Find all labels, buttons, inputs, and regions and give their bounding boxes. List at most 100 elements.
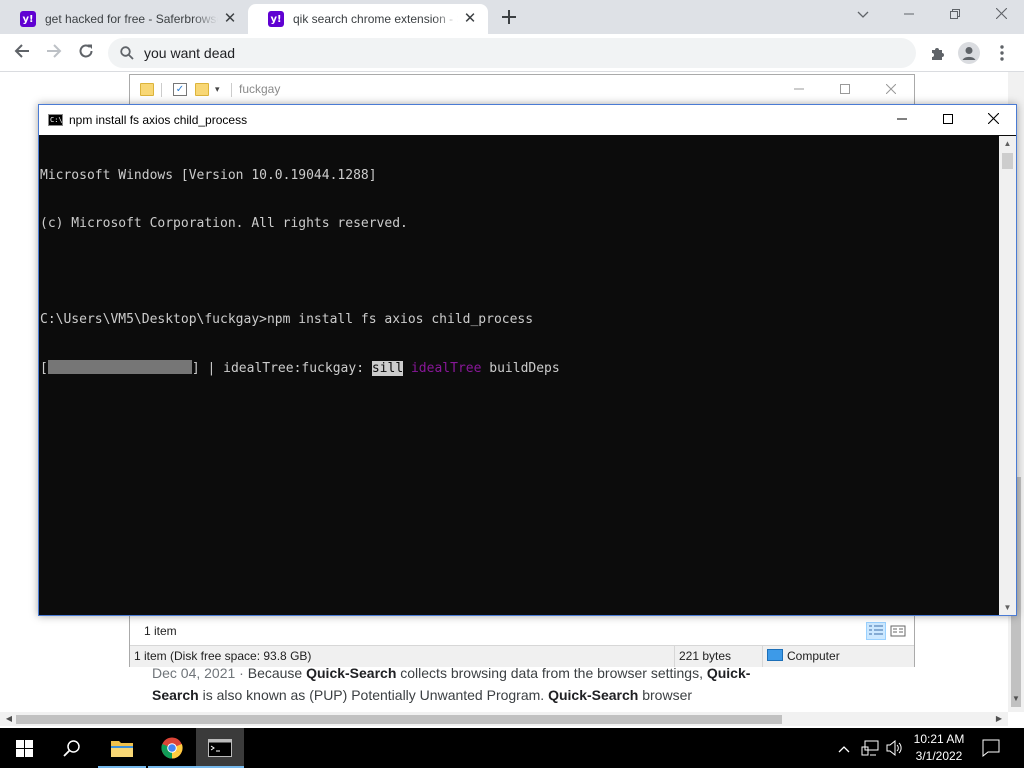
close-tab-icon[interactable]: ✕: [222, 11, 238, 27]
action-center-button[interactable]: [982, 739, 1000, 760]
taskbar-command-prompt[interactable]: [196, 728, 244, 768]
divider: [231, 83, 232, 97]
chevron-down-icon: [857, 11, 869, 18]
clock-time: 10:21 AM: [913, 732, 965, 746]
close-icon: [995, 7, 1007, 20]
profile-button[interactable]: [955, 39, 983, 67]
scrollbar-thumb[interactable]: [16, 715, 782, 724]
status-file-size: 221 bytes: [674, 646, 760, 667]
address-bar[interactable]: [108, 38, 916, 68]
scroll-down-arrow-icon[interactable]: ▼: [999, 600, 1016, 615]
taskbar-search-button[interactable]: [48, 728, 96, 768]
minimize-button[interactable]: [776, 78, 822, 102]
tab-search-button[interactable]: [840, 2, 886, 30]
tab-qik-search[interactable]: y! qik search chrome extension - Saferbr…: [248, 4, 488, 34]
computer-icon: [767, 649, 783, 661]
network-button[interactable]: [861, 740, 879, 759]
restore-icon: [950, 9, 960, 19]
progress-status: ] | idealTree:fuckgay:: [191, 361, 372, 376]
restore-button[interactable]: [932, 2, 978, 30]
new-tab-button[interactable]: [498, 7, 520, 29]
tab-get-hacked[interactable]: y! get hacked for free - Saferbrowser ✕: [0, 4, 248, 34]
folder-icon: [140, 83, 154, 96]
close-window-button[interactable]: [868, 78, 914, 102]
maximize-button[interactable]: [822, 78, 868, 102]
forward-button[interactable]: [40, 39, 68, 67]
reload-icon: [79, 44, 93, 58]
menu-button[interactable]: [988, 39, 1016, 67]
properties-icon[interactable]: ✓: [173, 83, 187, 96]
three-dots-vertical-icon: [1000, 45, 1004, 61]
large-icons-view-button[interactable]: [888, 622, 908, 640]
console-output[interactable]: Microsoft Windows [Version 10.0.19044.12…: [39, 136, 999, 615]
yahoo-favicon-icon: y!: [268, 11, 284, 27]
file-explorer-icon: [111, 741, 133, 757]
status-disk-space: 1 item (Disk free space: 93.8 GB): [134, 649, 312, 663]
start-button[interactable]: [0, 728, 48, 768]
maximize-icon: [840, 84, 850, 94]
scrollbar-thumb[interactable]: [1002, 153, 1013, 169]
browser-toolbar: [0, 34, 1024, 72]
maximize-button[interactable]: [925, 108, 971, 134]
command-prompt-icon: C:\: [48, 114, 63, 126]
console-line: Microsoft Windows [Version 10.0.19044.12…: [40, 168, 377, 183]
result-date: Dec 04, 2021 ·: [152, 665, 248, 681]
console-scrollbar[interactable]: ▲ ▼: [999, 136, 1016, 615]
chrome-icon: [161, 737, 183, 759]
taskbar-chrome[interactable]: [148, 728, 196, 768]
system-clock[interactable]: 10:21 AM 3/1/2022: [906, 731, 972, 765]
taskbar-file-explorer[interactable]: [98, 728, 146, 768]
avatar-icon: [958, 42, 980, 64]
snippet-text: Because: [247, 665, 307, 681]
close-window-button[interactable]: [978, 2, 1024, 30]
minimize-button[interactable]: [886, 2, 932, 30]
progress-open-bracket: [: [40, 361, 48, 376]
yahoo-favicon-icon: y!: [20, 11, 36, 27]
snippet-text: is also known as (PUP) Potentially Unwan…: [198, 687, 549, 703]
command-prompt-icon: [208, 739, 232, 757]
npm-progress-line: [] | idealTree:fuckgay: sill idealTree b…: [40, 360, 999, 376]
explorer-status-bar: 1 item (Disk free space: 93.8 GB) 221 by…: [130, 645, 914, 667]
npm-progress-bar: [47, 360, 192, 374]
extensions-button[interactable]: [924, 39, 952, 67]
details-view-button[interactable]: [866, 622, 886, 640]
back-arrow-icon: [14, 44, 29, 58]
close-window-button[interactable]: [970, 108, 1016, 134]
tab-title: qik search chrome extension - Saferbrows…: [293, 12, 458, 26]
snippet-text: collects browsing data from the browser …: [396, 665, 707, 681]
address-input[interactable]: [144, 45, 844, 61]
show-hidden-icons-button[interactable]: [838, 740, 850, 756]
console-line: C:\Users\VM5\Desktop\fuckgay>npm install…: [40, 312, 534, 327]
status-location: Computer: [762, 646, 912, 667]
command-prompt-window: C:\ npm install fs axios child_process M…: [38, 104, 1017, 616]
divider: [161, 83, 162, 97]
back-button[interactable]: [8, 39, 36, 67]
explorer-title-bar[interactable]: ✓ ▾ fuckgay: [130, 75, 914, 105]
new-folder-icon[interactable]: [195, 83, 209, 96]
log-message: buildDeps: [481, 361, 560, 376]
minimize-icon: [794, 88, 804, 90]
details-view-icon: [869, 625, 883, 635]
search-icon: [120, 46, 134, 60]
close-tab-icon[interactable]: ✕: [462, 11, 478, 27]
minimize-button[interactable]: [879, 108, 925, 134]
scroll-down-arrow-icon[interactable]: ▼: [1008, 694, 1024, 708]
minimize-icon: [904, 13, 914, 15]
scroll-up-arrow-icon[interactable]: ▲: [999, 136, 1016, 151]
console-title-bar[interactable]: C:\ npm install fs axios child_process: [39, 105, 1016, 135]
customize-quick-access-icon[interactable]: ▾: [215, 84, 220, 95]
explorer-item-count-row: 1 item: [130, 618, 914, 644]
windows-logo-icon: [15, 739, 33, 757]
volume-icon: [886, 739, 902, 757]
reload-button[interactable]: [72, 39, 100, 67]
page-horizontal-scrollbar[interactable]: ◀ ▶: [0, 712, 1008, 726]
forward-arrow-icon: [47, 44, 62, 58]
window-title: fuckgay: [239, 82, 281, 96]
scroll-left-arrow-icon[interactable]: ◀: [2, 712, 16, 726]
console-line: (c) Microsoft Corporation. All rights re…: [40, 216, 408, 231]
close-icon: [987, 112, 999, 125]
log-level: sill: [371, 361, 404, 376]
volume-button[interactable]: [886, 739, 904, 759]
scroll-right-arrow-icon[interactable]: ▶: [992, 712, 1006, 726]
browser-tab-strip: y! get hacked for free - Saferbrowser ✕ …: [0, 0, 1024, 34]
